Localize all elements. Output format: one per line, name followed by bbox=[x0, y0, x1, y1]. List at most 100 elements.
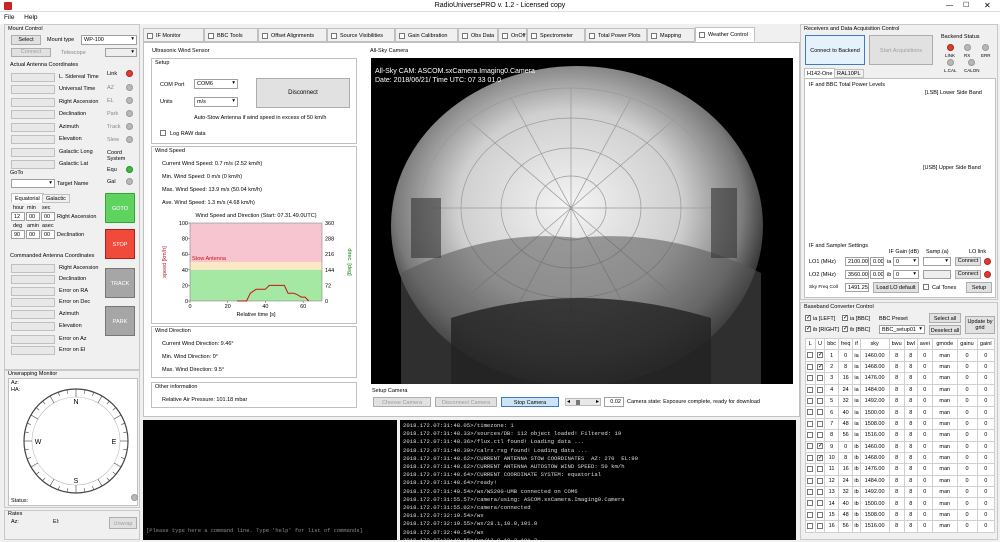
l-checkbox-cell[interactable] bbox=[805, 440, 816, 453]
start-acquisitions-button[interactable]: Start Acquisitions bbox=[869, 35, 933, 65]
console-hint[interactable]: [Please type here a command line. Type '… bbox=[146, 528, 363, 534]
ra-min-field[interactable]: 00 bbox=[26, 212, 40, 221]
tab-equatorial[interactable]: Equatorial bbox=[11, 193, 44, 203]
ia-samp-select[interactable]: ▾ bbox=[923, 257, 951, 266]
l-checkbox-cell[interactable] bbox=[805, 429, 816, 442]
u-checkbox-cell[interactable] bbox=[814, 417, 826, 431]
close-icon[interactable]: ✕ bbox=[984, 1, 991, 10]
table-row[interactable]: 10ia1460.00880man00 bbox=[805, 349, 995, 362]
l-checkbox-cell[interactable] bbox=[805, 349, 816, 362]
tab-spectrometer[interactable]: Spectrometer bbox=[527, 28, 585, 42]
load-lo-default-button[interactable]: Load LO default bbox=[873, 282, 919, 293]
dec-asec-field[interactable]: 00 bbox=[41, 230, 55, 239]
u-checkbox-cell[interactable] bbox=[814, 440, 826, 453]
bbc-preset-select[interactable]: BBC_setup01 ▾ bbox=[879, 325, 925, 334]
l-checkbox-cell[interactable] bbox=[805, 486, 816, 499]
tab-offset-alignments[interactable]: Offset Alignments bbox=[258, 28, 327, 42]
table-row[interactable]: 6 40 ia 1500.00 8 8 0 man 0 0 bbox=[805, 406, 995, 419]
u-checkbox-cell[interactable] bbox=[814, 383, 826, 396]
track-button[interactable]: TRACK bbox=[105, 268, 135, 298]
u-checkbox-cell[interactable] bbox=[814, 474, 826, 488]
choose-camera-button[interactable]: Choose Camera bbox=[373, 397, 431, 407]
wind-disconnect-button[interactable]: Disconnect bbox=[256, 78, 350, 108]
lo2-connect-button[interactable]: Connect bbox=[955, 270, 981, 279]
connect-backend-button[interactable]: Connect to Backend bbox=[805, 35, 865, 65]
update-by-grid-button[interactable]: Update by grid bbox=[965, 316, 995, 334]
gal-led[interactable] bbox=[126, 178, 133, 185]
log-raw-checkbox[interactable] bbox=[160, 130, 166, 137]
exposure-slider[interactable]: ◂ ▸ bbox=[565, 398, 601, 406]
table-row[interactable]: 12 24 ib 1484.00 8 8 0 man 0 0 bbox=[805, 474, 995, 488]
deselect-all-button[interactable]: Deselect all bbox=[929, 325, 961, 335]
goto-button[interactable]: GOTO bbox=[105, 193, 135, 223]
u-checkbox-cell[interactable] bbox=[814, 520, 826, 533]
equ-led[interactable] bbox=[126, 166, 133, 173]
stop-camera-button[interactable]: Stop Camera bbox=[501, 397, 559, 407]
u-checkbox-cell[interactable] bbox=[814, 508, 826, 522]
target-name-select[interactable]: ▾ bbox=[11, 179, 55, 188]
dec-deg-field[interactable]: 90 bbox=[11, 230, 25, 239]
mount-type-select[interactable]: WP-100 ▾ bbox=[81, 35, 137, 45]
u-checkbox-cell[interactable] bbox=[814, 372, 826, 385]
l-checkbox-cell[interactable] bbox=[805, 417, 816, 431]
l-checkbox-cell[interactable] bbox=[805, 463, 816, 476]
menu-file[interactable]: File bbox=[0, 12, 18, 23]
stop-button[interactable]: STOP bbox=[105, 229, 135, 259]
table-row[interactable]: 90ib1460.00880man00 bbox=[805, 440, 995, 453]
u-checkbox-cell[interactable] bbox=[814, 429, 826, 442]
lo2-field[interactable]: 3560.00 bbox=[845, 270, 869, 279]
tab-bbc-tools[interactable]: BBC Tools bbox=[204, 28, 258, 42]
u-checkbox-cell[interactable] bbox=[814, 451, 826, 465]
tab-if-monitor[interactable]: IF Monitor bbox=[143, 28, 204, 42]
tab-source-visibilities[interactable]: Source Visibilities bbox=[327, 28, 395, 42]
l-checkbox-cell[interactable] bbox=[805, 474, 816, 488]
lo2b-field[interactable]: 0.00 bbox=[870, 270, 884, 279]
l-checkbox-cell[interactable] bbox=[805, 520, 816, 533]
u-checkbox-cell[interactable] bbox=[814, 406, 826, 419]
l-checkbox-cell[interactable] bbox=[805, 451, 816, 465]
table-row[interactable]: 108ib1468.00880man00 bbox=[805, 451, 995, 465]
tab-mapping[interactable]: Mapping bbox=[647, 28, 695, 42]
u-checkbox-cell[interactable] bbox=[814, 463, 826, 476]
select-button[interactable]: Select bbox=[11, 35, 41, 45]
u-checkbox-cell[interactable] bbox=[814, 394, 826, 408]
ib-gain-select[interactable]: 0 ▾ bbox=[893, 270, 919, 279]
lo-setup-button[interactable]: Setup bbox=[966, 282, 992, 293]
tab-galactic[interactable]: Galactic bbox=[42, 194, 70, 203]
ia-bbc-checkbox[interactable] bbox=[842, 314, 848, 322]
u-checkbox-cell[interactable] bbox=[814, 360, 826, 374]
park-button[interactable]: PARK bbox=[105, 306, 135, 336]
menu-help[interactable]: Help bbox=[20, 12, 41, 23]
l-checkbox-cell[interactable] bbox=[805, 360, 816, 374]
tab-onoff[interactable]: OnOff bbox=[498, 28, 527, 42]
lo1-connect-button[interactable]: Connect bbox=[955, 257, 981, 266]
cal-tones-checkbox[interactable] bbox=[923, 284, 929, 291]
sky-freq-field[interactable]: 1491.25 bbox=[845, 283, 869, 292]
tab-total-power-plots[interactable]: Total Power Plots bbox=[585, 28, 647, 42]
table-row[interactable]: 8 56 ia 1516.00 8 8 0 man 0 0 bbox=[805, 429, 995, 442]
table-row[interactable]: 13 32 ib 1492.00 8 8 0 man 0 0 bbox=[805, 486, 995, 499]
ia-gain-select[interactable]: 0 ▾ bbox=[893, 257, 919, 266]
u-checkbox-cell[interactable] bbox=[814, 349, 826, 362]
table-row[interactable]: 16 56 ib 1516.00 8 8 0 man 0 0 bbox=[805, 520, 995, 533]
telescope-select[interactable]: ▾ bbox=[105, 48, 137, 57]
minimize-icon[interactable]: — bbox=[946, 2, 953, 9]
l-checkbox-cell[interactable] bbox=[805, 372, 816, 385]
com-port-select[interactable]: COM6 ▾ bbox=[194, 79, 238, 89]
u-checkbox-cell[interactable] bbox=[814, 497, 826, 510]
l-checkbox-cell[interactable] bbox=[805, 508, 816, 522]
u-checkbox-cell[interactable] bbox=[814, 486, 826, 499]
slider-thumb[interactable] bbox=[576, 400, 580, 405]
tab-gain-calibration[interactable]: Gain Calibration bbox=[395, 28, 458, 42]
table-row[interactable]: 3 16 ia 1476.00 8 8 0 man 0 0 bbox=[805, 372, 995, 385]
select-all-button[interactable]: Select all bbox=[929, 313, 961, 323]
units-select[interactable]: m/s ▾ bbox=[194, 97, 238, 107]
l-checkbox-cell[interactable] bbox=[805, 497, 816, 510]
lo1-field[interactable]: 2100.00 bbox=[845, 257, 869, 266]
l-checkbox-cell[interactable] bbox=[805, 383, 816, 396]
ib-right-checkbox[interactable] bbox=[805, 325, 811, 333]
ib-bbc-checkbox[interactable] bbox=[842, 325, 848, 333]
table-row[interactable]: 14 40 ib 1500.00 8 8 0 man 0 0 bbox=[805, 497, 995, 510]
ia-left-checkbox[interactable] bbox=[805, 314, 811, 322]
tab-weather-control[interactable]: Weather Control bbox=[695, 27, 755, 42]
